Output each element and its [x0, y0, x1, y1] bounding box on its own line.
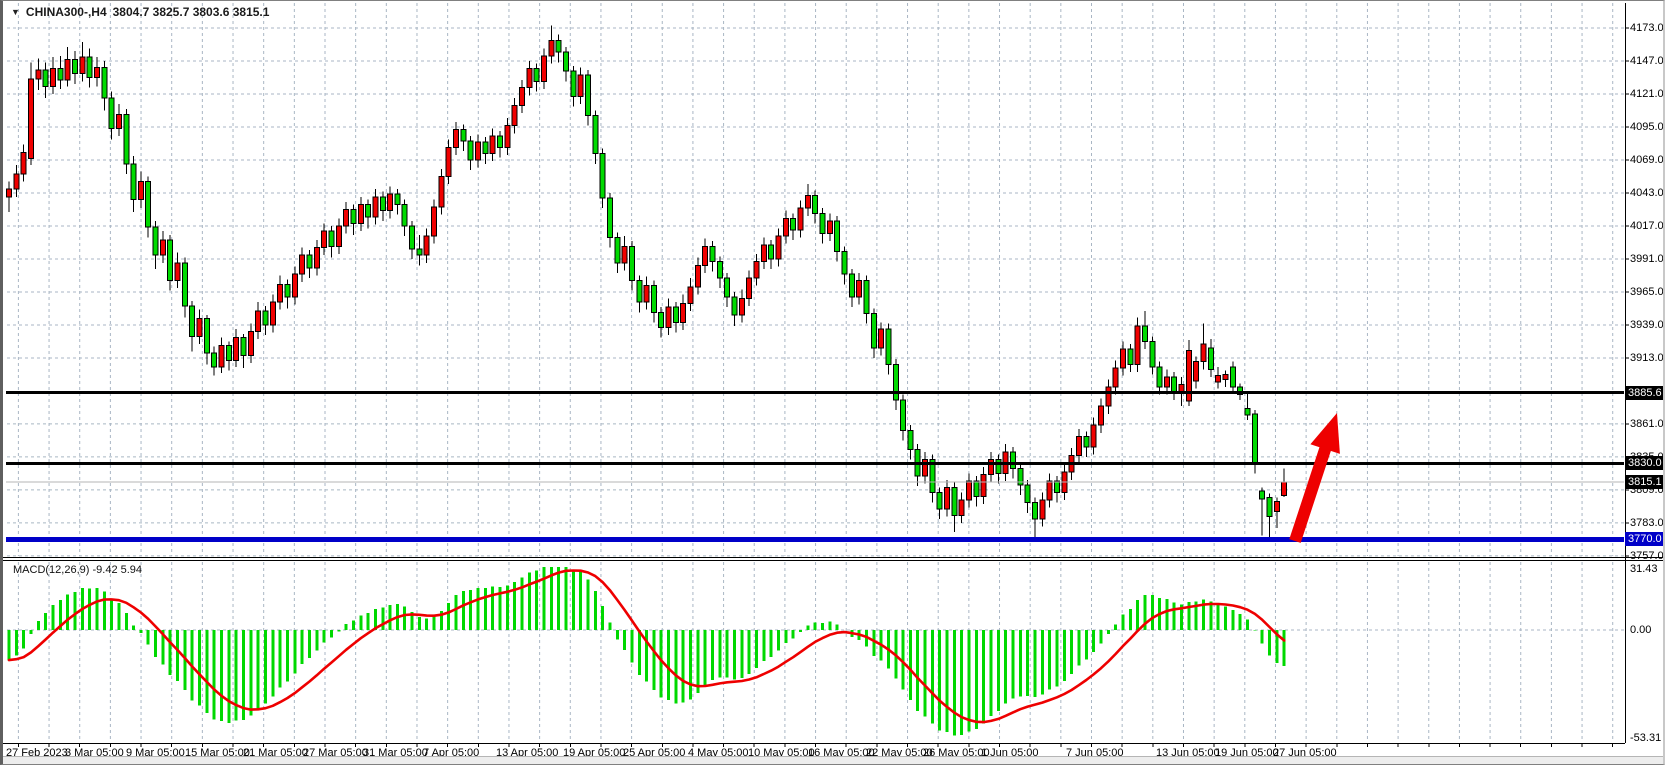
price-tick-label: 3965.0: [1630, 286, 1664, 298]
price-level-tag: 3885.6: [1625, 386, 1665, 400]
price-tick-label: 3757.0: [1630, 550, 1664, 562]
price-level-tag: 3830.0: [1625, 456, 1665, 470]
price-tick-label: 4121.0: [1630, 88, 1664, 100]
symbol-period-label: CHINA300-,H4: [26, 5, 107, 19]
price-level-tag: 3815.1: [1625, 475, 1665, 489]
candlestick-chart-canvas[interactable]: [3, 1, 1665, 765]
price-tick-label: 3991.0: [1630, 253, 1664, 265]
price-tick-label: 3939.0: [1630, 319, 1664, 331]
macd-tick-label: 31.43: [1630, 563, 1658, 575]
price-tick-label: 3861.0: [1630, 418, 1664, 430]
macd-name: MACD(12,26,9): [13, 564, 89, 576]
bottom-edge-strip: [3, 756, 1663, 764]
price-tick-label: 3913.0: [1630, 352, 1664, 364]
price-tick-label: 3783.0: [1630, 517, 1664, 529]
ohlc-values: 3804.7 3825.7 3803.6 3815.1: [113, 5, 270, 19]
chart-header: ▼ CHINA300-,H4 3804.7 3825.7 3803.6 3815…: [11, 5, 269, 19]
price-tick-label: 4147.0: [1630, 55, 1664, 67]
macd-indicator-label: MACD(12,26,9) -9.42 5.94: [13, 564, 142, 576]
price-tick-label: 4095.0: [1630, 121, 1664, 133]
chevron-down-icon[interactable]: ▼: [11, 7, 20, 17]
macd-tick-label: -53.31: [1630, 732, 1661, 744]
price-tick-label: 4069.0: [1630, 154, 1664, 166]
macd-tick-label: 0.00: [1630, 624, 1651, 636]
chart-window: ▼ CHINA300-,H4 3804.7 3825.7 3803.6 3815…: [0, 0, 1665, 765]
macd-values: -9.42 5.94: [92, 564, 142, 576]
price-tick-label: 4043.0: [1630, 187, 1664, 199]
price-level-tag: 3770.0: [1625, 532, 1665, 546]
price-tick-label: 4173.0: [1630, 22, 1664, 34]
price-tick-label: 4017.0: [1630, 220, 1664, 232]
